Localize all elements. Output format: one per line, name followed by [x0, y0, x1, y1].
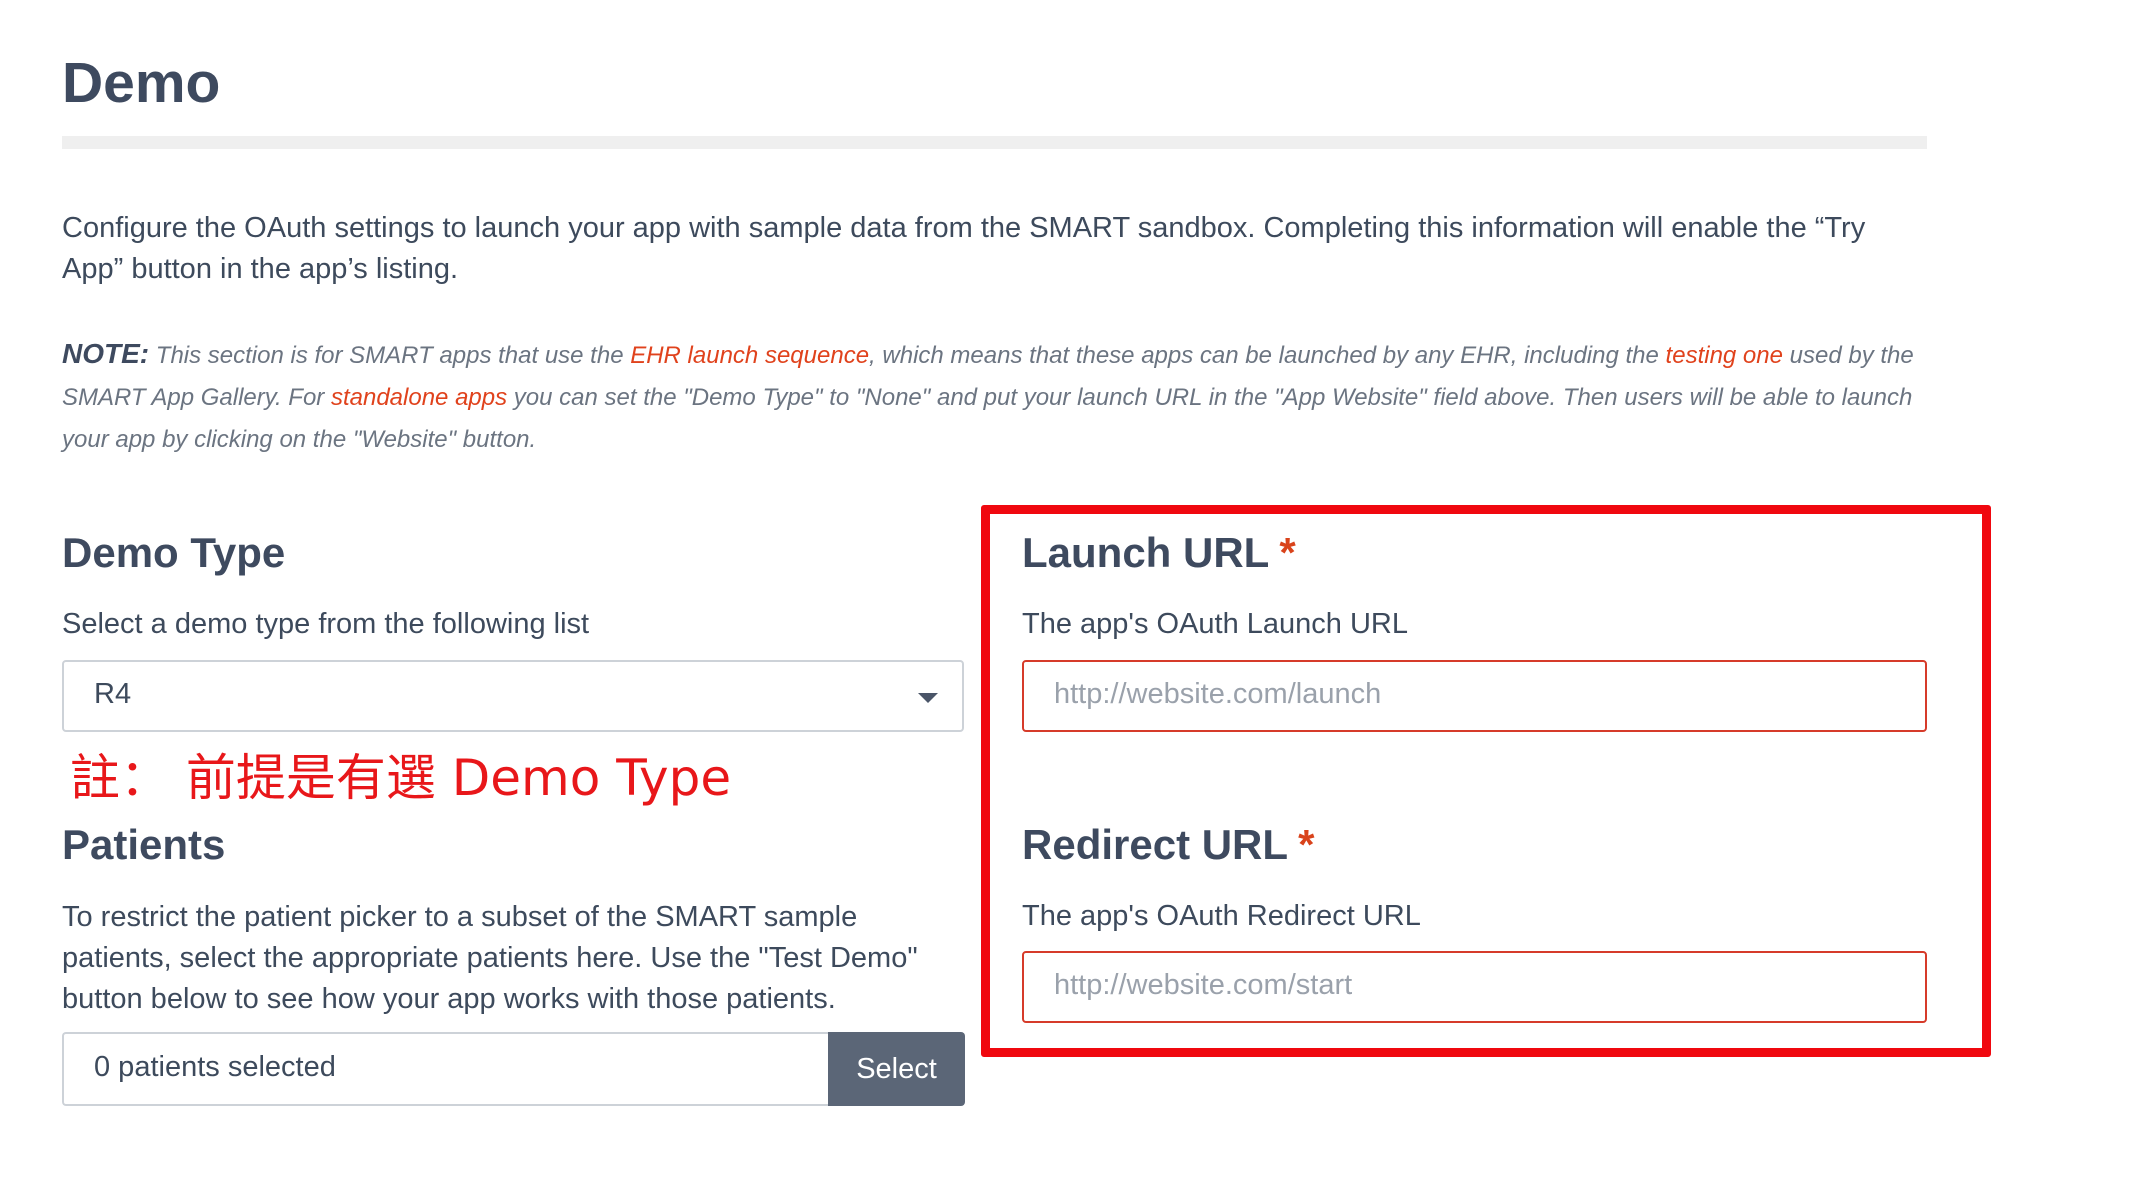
demo-type-heading: Demo Type	[62, 529, 286, 576]
patients-help: To restrict the patient picker to a subs…	[62, 901, 918, 1015]
required-asterisk: *	[1298, 821, 1315, 868]
select-patients-button[interactable]: Select	[828, 1032, 965, 1106]
redirect-url-help: The app's OAuth Redirect URL	[1022, 900, 1421, 932]
annotation-note: 註： 前提是有選 Demo Type	[70, 749, 732, 807]
redirect-url-placeholder: http://website.com/start	[1054, 969, 1353, 1001]
launch-url-input[interactable]: http://website.com/launch	[1022, 660, 1927, 732]
testing-one-link[interactable]: testing one	[1666, 342, 1783, 369]
launch-url-help: The app's OAuth Launch URL	[1022, 608, 1408, 640]
chevron-down-icon	[918, 693, 938, 703]
redirect-url-heading: Redirect URL *	[1022, 820, 1314, 870]
patients-heading: Patients	[62, 821, 226, 868]
section-description: Configure the OAuth settings to launch y…	[62, 212, 1866, 285]
page-title: Demo	[62, 51, 221, 115]
demo-type-selected-value: R4	[94, 678, 132, 710]
ehr-launch-sequence-link[interactable]: EHR launch sequence	[630, 342, 869, 369]
patients-selected-value: 0 patients selected	[94, 1051, 336, 1083]
standalone-apps-link[interactable]: standalone apps	[331, 384, 507, 411]
required-asterisk: *	[1279, 529, 1296, 576]
redirect-url-input[interactable]: http://website.com/start	[1022, 951, 1927, 1023]
launch-url-placeholder: http://website.com/launch	[1054, 678, 1382, 710]
launch-url-heading: Launch URL *	[1022, 528, 1296, 578]
note-label: NOTE:	[62, 338, 150, 369]
note-paragraph: NOTE: This section is for SMART apps tha…	[62, 333, 1942, 461]
note-text: , which means that these apps can be lau…	[869, 342, 1666, 369]
patients-selected-field[interactable]: 0 patients selected	[62, 1032, 830, 1106]
note-text: This section is for SMART apps that use …	[149, 342, 631, 369]
title-divider	[62, 136, 1927, 149]
demo-type-select[interactable]: R4	[62, 660, 964, 732]
launch-url-label: Launch URL	[1022, 529, 1270, 576]
demo-type-help: Select a demo type from the following li…	[62, 608, 590, 640]
redirect-url-label: Redirect URL	[1022, 821, 1289, 868]
